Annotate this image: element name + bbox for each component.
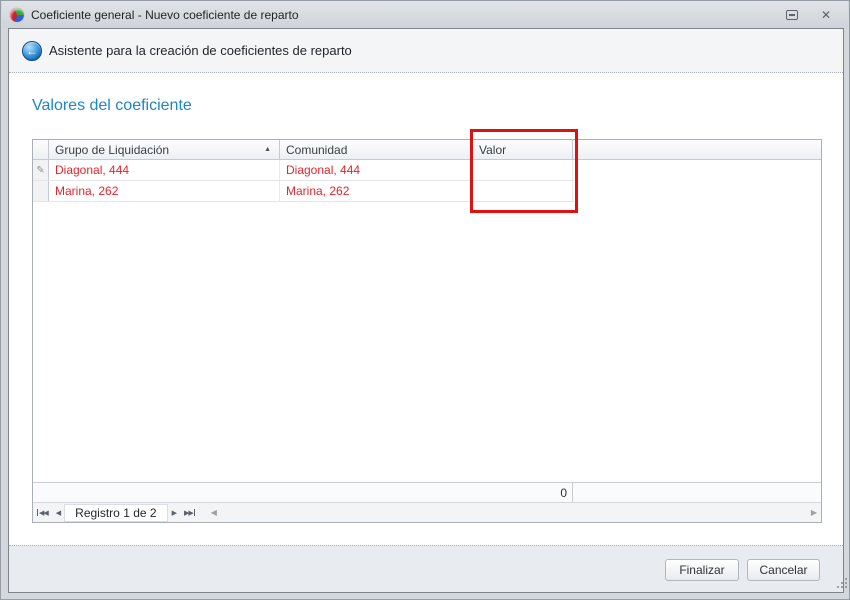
restore-window-icon — [786, 9, 798, 20]
nav-next-icon: ▶ — [171, 509, 177, 517]
column-header-label: Grupo de Liquidación — [55, 142, 170, 157]
grid-header-indicator — [33, 140, 49, 159]
column-header-label: Valor — [479, 142, 507, 157]
column-header-valor[interactable]: Valor — [473, 140, 573, 159]
row-indicator — [33, 181, 49, 201]
summary-filler — [573, 483, 821, 502]
nav-prev-button[interactable]: ◀ — [52, 503, 64, 522]
column-header-label: Comunidad — [286, 142, 348, 157]
resize-grip[interactable] — [837, 586, 839, 588]
nav-last-icon: ▶▶ — [183, 509, 194, 517]
cell-comunidad[interactable]: Diagonal, 444 — [280, 160, 473, 180]
dialog-client-area: ← Asistente para la creación de coeficie… — [8, 28, 844, 593]
section-title: Valores del coeficiente — [32, 97, 192, 114]
close-window-button[interactable]: ✕ — [818, 8, 834, 22]
table-row: ✎ Diagonal, 444 Diagonal, 444 — [33, 160, 574, 181]
nav-last-button[interactable]: ▶▶ — [180, 503, 199, 522]
nav-next-button[interactable]: ▶ — [168, 503, 180, 522]
nav-first-button[interactable]: ◀◀ — [33, 503, 52, 522]
row-edit-indicator: ✎ — [33, 160, 49, 180]
back-arrow-icon: ← — [26, 44, 38, 58]
nav-prev-icon: ◀ — [55, 509, 61, 517]
hscroll-right-button[interactable]: ▶ — [811, 508, 817, 517]
table-row: Marina, 262 Marina, 262 — [33, 181, 574, 202]
cell-valor[interactable] — [473, 181, 573, 201]
dialog-window: Coeficiente general - Nuevo coeficiente … — [0, 0, 850, 600]
grid-header-filler — [573, 140, 821, 159]
summary-spacer — [33, 483, 473, 502]
scroll-right-icon: ▶ — [810, 508, 817, 517]
cell-grupo[interactable]: Diagonal, 444 — [49, 160, 280, 180]
grid-summary-row: 0 — [33, 482, 821, 502]
sort-asc-icon: ▲ — [264, 146, 271, 153]
hscroll-left-button[interactable]: ◀ — [207, 503, 221, 522]
grid-empty-area — [33, 202, 821, 482]
nav-first-icon: ◀◀ — [39, 509, 49, 517]
restore-window-button[interactable] — [784, 8, 800, 22]
record-navigator: ◀◀ ◀ Registro 1 de 2 ▶ ▶▶ ◀ ▶ — [33, 502, 821, 522]
wizard-header: ← Asistente para la creación de coeficie… — [9, 29, 843, 73]
cell-valor[interactable] — [473, 160, 573, 180]
titlebar: Coeficiente general - Nuevo coeficiente … — [2, 1, 848, 28]
cell-grupo[interactable]: Marina, 262 — [49, 181, 280, 201]
record-count-label: Registro 1 de 2 — [64, 503, 168, 522]
scroll-left-icon: ◀ — [210, 508, 217, 517]
coefficient-values-grid: Grupo de Liquidación ▲ Comunidad Valor ✎… — [32, 139, 822, 523]
edit-pencil-icon: ✎ — [36, 164, 45, 176]
window-title: Coeficiente general - Nuevo coeficiente … — [31, 7, 299, 22]
cell-comunidad[interactable]: Marina, 262 — [280, 181, 473, 201]
column-header-grupo-liquidacion[interactable]: Grupo de Liquidación ▲ — [49, 140, 280, 159]
back-button[interactable]: ← — [22, 41, 42, 61]
close-icon: ✕ — [820, 7, 832, 22]
summary-valor-total: 0 — [473, 483, 573, 502]
wizard-header-title: Asistente para la creación de coeficient… — [49, 43, 352, 58]
bottom-button-bar: Finalizar Cancelar — [9, 545, 843, 592]
column-header-comunidad[interactable]: Comunidad — [280, 140, 473, 159]
grid-header-row: Grupo de Liquidación ▲ Comunidad Valor — [33, 140, 821, 160]
app-pie-icon — [10, 7, 24, 22]
cancelar-button[interactable]: Cancelar — [747, 559, 820, 581]
finalizar-button[interactable]: Finalizar — [665, 559, 739, 581]
